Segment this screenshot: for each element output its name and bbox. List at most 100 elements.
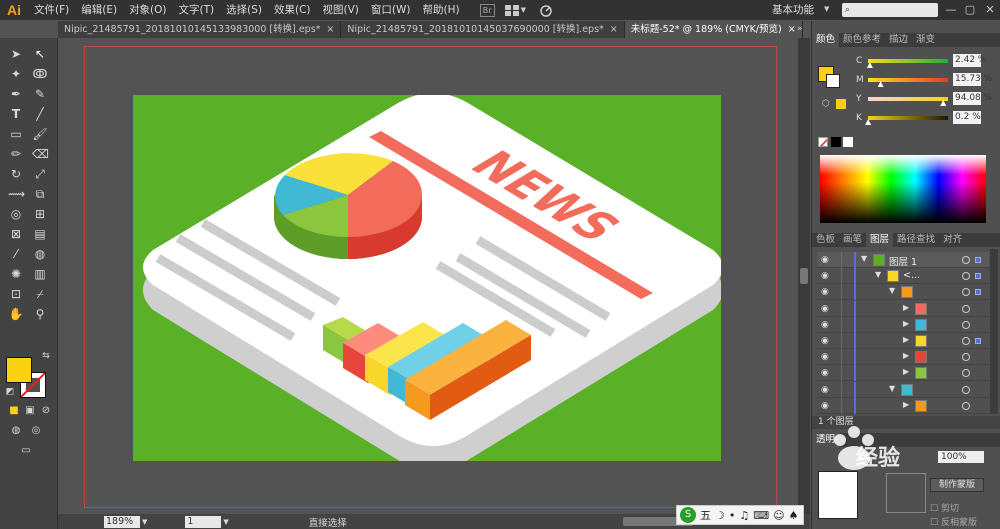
visibility-eye-icon[interactable]: ◉ bbox=[821, 352, 831, 362]
lock-column[interactable] bbox=[841, 333, 842, 349]
lock-column[interactable] bbox=[841, 316, 842, 333]
column-graph-tool-icon[interactable]: ▥ bbox=[32, 266, 48, 282]
width-tool-icon[interactable]: ⟿ bbox=[8, 186, 25, 202]
shape-builder-tool-icon[interactable]: ◎ bbox=[8, 206, 24, 222]
fill-color-swatch[interactable] bbox=[6, 357, 32, 383]
layer-row[interactable]: ◉ ▶ bbox=[817, 316, 989, 333]
white-swatch[interactable] bbox=[843, 137, 853, 147]
artboard-tool-icon[interactable]: ⊡ bbox=[8, 286, 24, 302]
yellow-value-field[interactable]: 94.08 % bbox=[953, 92, 992, 105]
zoom-tool-icon[interactable]: ⚲ bbox=[32, 306, 48, 322]
expand-arrow-down-icon[interactable]: ▼ bbox=[889, 286, 895, 295]
lock-column[interactable] bbox=[841, 284, 842, 301]
visibility-eye-icon[interactable]: ◉ bbox=[821, 320, 831, 330]
black-value-field[interactable]: 0.2 % bbox=[953, 111, 981, 124]
target-icon[interactable] bbox=[962, 385, 970, 394]
visibility-eye-icon[interactable]: ◉ bbox=[821, 271, 831, 281]
expand-arrow-right-icon[interactable]: ▶ bbox=[903, 351, 909, 360]
default-colors-icon[interactable]: ◩ bbox=[2, 384, 18, 400]
menu-edit[interactable]: 编辑(E) bbox=[75, 0, 123, 20]
layer-row[interactable]: ◉ ▶ bbox=[817, 300, 989, 317]
visibility-eye-icon[interactable]: ◉ bbox=[821, 401, 831, 411]
lock-column[interactable] bbox=[841, 349, 842, 366]
draw-inside-icon[interactable]: ◎ bbox=[28, 423, 44, 439]
visibility-eye-icon[interactable]: ◉ bbox=[821, 385, 831, 395]
expand-arrow-down-icon[interactable]: ▼ bbox=[861, 254, 867, 263]
layer-row[interactable]: ◉ ▼ <... bbox=[817, 268, 989, 285]
layer-row[interactable]: ◉ ▶ bbox=[817, 397, 989, 414]
make-mask-button[interactable]: 制作蒙版 bbox=[930, 478, 984, 492]
punctuation-icon[interactable]: • bbox=[729, 509, 736, 522]
close-tab-icon[interactable]: × bbox=[610, 21, 618, 38]
target-icon[interactable] bbox=[962, 320, 970, 329]
menu-effect[interactable]: 效果(C) bbox=[268, 0, 317, 20]
menu-view[interactable]: 视图(V) bbox=[317, 0, 365, 20]
workspace-switcher[interactable]: 基本功能 bbox=[772, 0, 814, 20]
close-window-button[interactable]: ✕ bbox=[980, 0, 1000, 20]
tab-document-1[interactable]: Nipic_21485791_20181010145133983000 [转换]… bbox=[58, 21, 342, 38]
artboard-dropdown-icon[interactable]: ▼ bbox=[223, 518, 228, 526]
target-icon[interactable] bbox=[962, 256, 970, 264]
target-icon[interactable] bbox=[962, 337, 970, 345]
menu-select[interactable]: 选择(S) bbox=[220, 0, 268, 20]
visibility-eye-icon[interactable]: ◉ bbox=[821, 255, 831, 265]
user-icon[interactable]: ☺ bbox=[773, 509, 784, 522]
selection-tool-icon[interactable]: ➤ bbox=[8, 46, 24, 62]
tab-stroke[interactable]: 描边 bbox=[885, 33, 912, 47]
none-mode-icon[interactable]: ⊘ bbox=[38, 403, 54, 419]
visibility-eye-icon[interactable]: ◉ bbox=[821, 287, 831, 297]
lock-column[interactable] bbox=[841, 252, 842, 268]
expand-arrow-down-icon[interactable]: ▼ bbox=[875, 270, 881, 279]
symbol-sprayer-tool-icon[interactable]: ✺ bbox=[8, 266, 24, 282]
type-tool-icon[interactable]: T bbox=[8, 106, 24, 122]
pencil-tool-icon[interactable]: ✏ bbox=[8, 146, 24, 162]
menu-help[interactable]: 帮助(H) bbox=[417, 0, 466, 20]
lock-column[interactable] bbox=[841, 397, 842, 414]
rotate-tool-icon[interactable]: ↻ bbox=[8, 166, 24, 182]
black-slider-track[interactable] bbox=[868, 116, 948, 120]
yellow-slider-track[interactable] bbox=[868, 97, 948, 101]
artboard-number-field[interactable]: 1 bbox=[185, 515, 222, 528]
none-swatch[interactable] bbox=[818, 137, 828, 147]
visibility-eye-icon[interactable]: ◉ bbox=[821, 336, 831, 346]
draw-mode-icon[interactable]: ◍ bbox=[8, 423, 24, 439]
layer-row[interactable]: ◉ ▼ 图层 1 bbox=[817, 252, 989, 268]
layer-row[interactable]: ◉ ▶ bbox=[817, 365, 989, 382]
expand-arrow-right-icon[interactable]: ▶ bbox=[903, 400, 909, 409]
target-icon[interactable] bbox=[962, 401, 970, 410]
tab-overflow-icon[interactable]: » bbox=[797, 24, 803, 34]
target-icon[interactable] bbox=[962, 369, 970, 378]
ime-mode-icon[interactable]: 五 bbox=[700, 507, 711, 523]
tab-document-active[interactable]: 未标题-52* @ 189% (CMYK/预览) × bbox=[624, 21, 803, 38]
layer-row[interactable]: ◉ ▼ bbox=[817, 381, 989, 398]
help-search-input[interactable]: ⌕ bbox=[842, 3, 938, 17]
tab-pathfinder[interactable]: 路径查找 bbox=[893, 233, 939, 247]
eraser-tool-icon[interactable]: ⌫ bbox=[32, 146, 49, 162]
mesh-tool-icon[interactable]: ⊠ bbox=[8, 226, 24, 242]
paintbrush-tool-icon[interactable]: 🖌 bbox=[32, 126, 48, 142]
expand-arrow-right-icon[interactable]: ▶ bbox=[903, 303, 909, 312]
shirt-icon[interactable]: ♠ bbox=[789, 509, 799, 522]
menu-file[interactable]: 文件(F) bbox=[28, 0, 75, 20]
menu-type[interactable]: 文字(T) bbox=[173, 0, 221, 20]
layers-scrollbar[interactable] bbox=[990, 249, 998, 414]
lock-column[interactable] bbox=[841, 365, 842, 382]
tab-gradient[interactable]: 渐变 bbox=[912, 33, 939, 47]
clip-checkbox[interactable]: ☐ 剪切 bbox=[930, 501, 959, 514]
invert-mask-checkbox[interactable]: ☐ 反相蒙版 bbox=[930, 515, 977, 528]
layer-row[interactable]: ◉ ▶ bbox=[817, 333, 989, 349]
sogou-logo-icon[interactable]: S bbox=[680, 507, 696, 523]
expand-arrow-right-icon[interactable]: ▶ bbox=[903, 335, 909, 344]
pen-tool-icon[interactable]: ✒ bbox=[8, 86, 24, 102]
scale-tool-icon[interactable]: ⤢ bbox=[32, 166, 48, 182]
gpu-performance-icon[interactable] bbox=[538, 3, 554, 17]
free-transform-tool-icon[interactable]: ⧉ bbox=[32, 186, 48, 202]
lock-column[interactable] bbox=[841, 300, 842, 317]
artboard-canvas[interactable]: NEWS bbox=[133, 95, 721, 461]
blend-tool-icon[interactable]: ◍ bbox=[32, 246, 48, 262]
bridge-button[interactable]: Br bbox=[479, 3, 495, 17]
perspective-grid-tool-icon[interactable]: ⊞ bbox=[32, 206, 48, 222]
close-tab-icon[interactable]: × bbox=[788, 21, 796, 38]
mic-icon[interactable]: ♫ bbox=[739, 509, 749, 522]
slice-tool-icon[interactable]: ⌿ bbox=[32, 286, 48, 302]
